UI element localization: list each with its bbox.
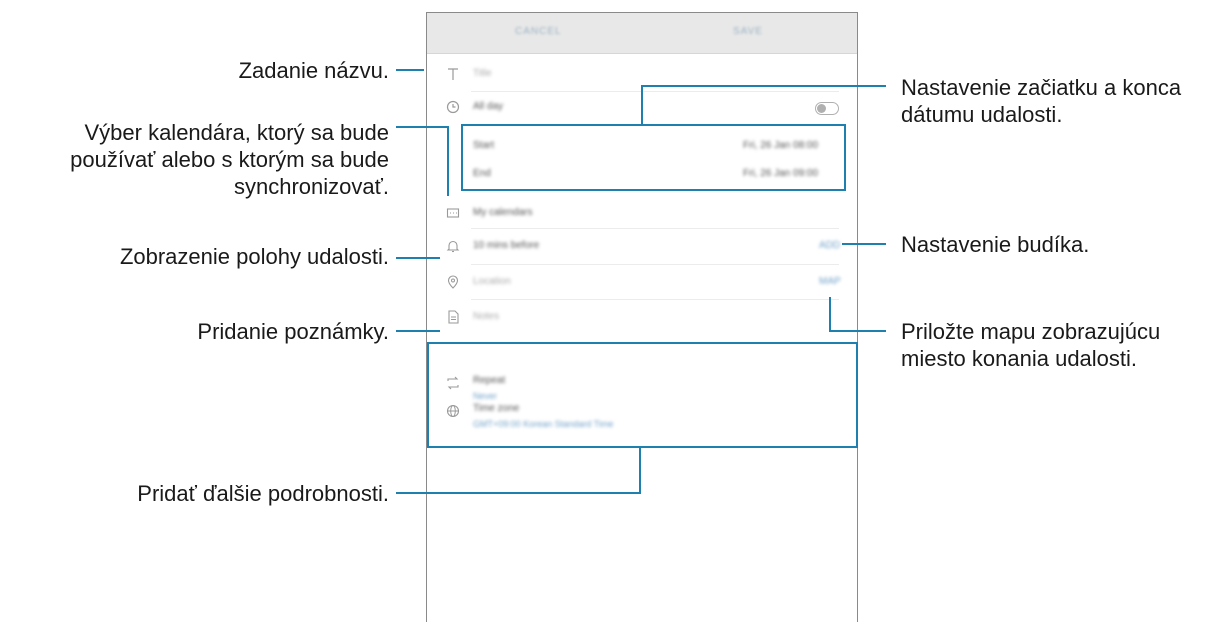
callout-location: Zobrazenie polohy udalosti. — [119, 244, 389, 269]
callout-calendar-line-3: synchronizovať. — [234, 174, 389, 199]
callout-title: Zadanie názvu. — [238, 58, 389, 83]
map-leader-line — [829, 297, 886, 332]
dates-leader-line — [641, 85, 886, 125]
callout-calendar: Výber kalendára, ktorý sa bude používať … — [70, 119, 389, 200]
callout-calendar-line-2: používať alebo s ktorým sa bude — [70, 147, 389, 172]
callout-calendar-line-1: Výber kalendára, ktorý sa bude — [84, 120, 389, 145]
callout-dates-line-1: Nastavenie začiatku a konca — [901, 75, 1182, 100]
calendar-leader-line — [396, 126, 449, 196]
callout-alarm: Nastavenie budíka. — [901, 232, 1090, 257]
callout-dates: Nastavenie začiatku a konca dátumu udalo… — [901, 74, 1181, 128]
callout-dates-line-2: dátumu udalosti. — [901, 102, 1063, 127]
callout-map: Priložte mapu zobrazujúcu miesto konania… — [901, 318, 1160, 372]
dates-highlight-box — [461, 124, 846, 191]
callout-map-line-2: miesto konania udalosti. — [901, 346, 1138, 371]
callout-note: Pridanie poznámky. — [197, 319, 389, 344]
callout-map-line-1: Priložte mapu zobrazujúcu — [901, 319, 1161, 344]
callout-details: Pridať ďalšie podrobnosti. — [137, 481, 389, 506]
details-leader-line — [396, 447, 641, 494]
details-highlight-box — [427, 342, 858, 448]
